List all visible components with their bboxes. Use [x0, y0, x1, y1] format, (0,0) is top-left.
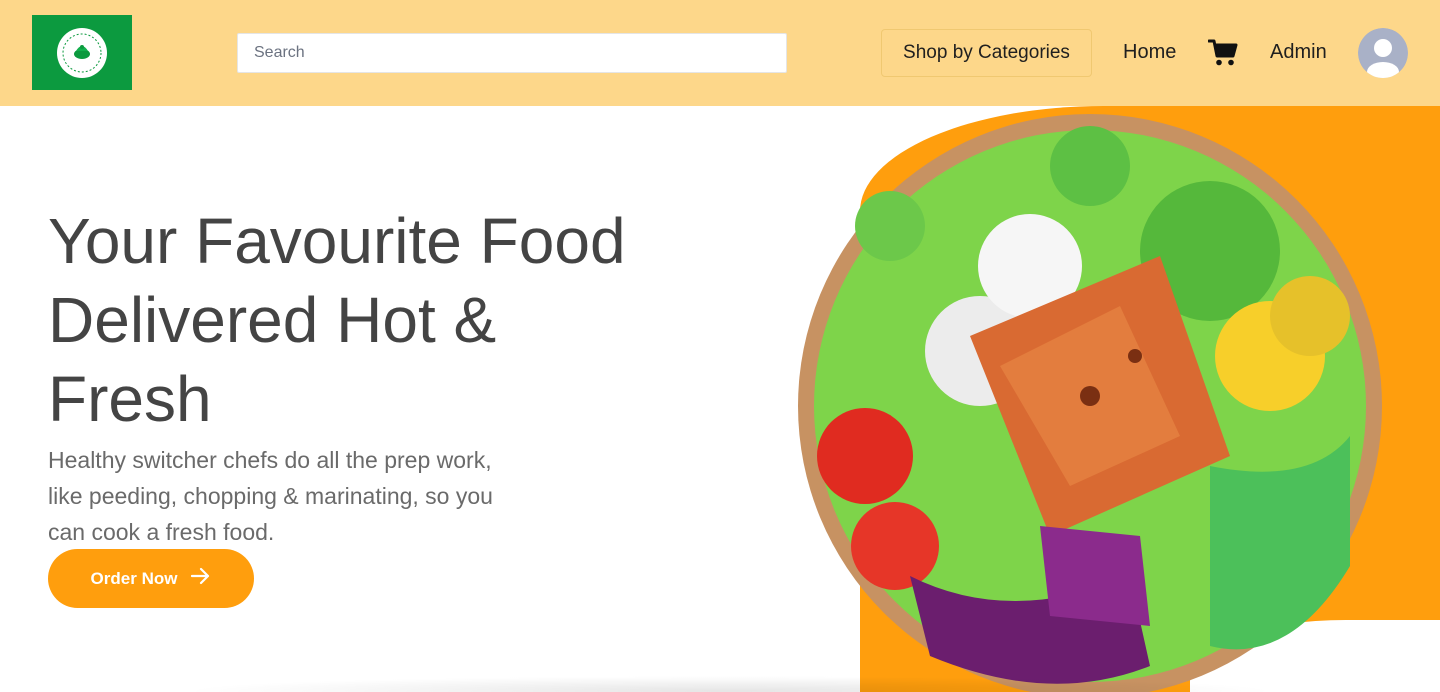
leaf-logo-icon [57, 27, 107, 78]
shop-by-categories-button[interactable]: Shop by Categories [881, 29, 1092, 77]
hero-description: Healthy switcher chefs do all the prep w… [48, 442, 528, 550]
arrow-right-icon [191, 567, 211, 590]
hero-title: Your Favourite Food Delivered Hot & Fres… [48, 202, 688, 439]
user-avatar-icon[interactable] [1358, 28, 1408, 78]
hero-title-line: Fresh [48, 363, 212, 435]
brand-logo[interactable] [32, 15, 132, 90]
bottom-shadow-divider [180, 676, 1280, 692]
nav-home-link[interactable]: Home [1123, 40, 1176, 64]
nav-admin-link[interactable]: Admin [1270, 40, 1327, 64]
hero-description-line: like peeding, chopping & marinating, so … [48, 483, 493, 509]
salad-bowl-image [798, 114, 1382, 692]
hero-description-line: can cook a fresh food. [48, 519, 275, 545]
hero-title-line: Your Favourite Food [48, 205, 626, 277]
top-navbar: Shop by Categories Home Admin [0, 0, 1440, 106]
shopping-cart-icon[interactable] [1207, 39, 1238, 67]
order-now-button[interactable]: Order Now [48, 549, 254, 608]
search-input[interactable] [237, 33, 787, 73]
hero-description-line: Healthy switcher chefs do all the prep w… [48, 447, 492, 473]
hero-title-line: Delivered Hot & [48, 284, 497, 356]
order-now-label: Order Now [90, 568, 178, 588]
